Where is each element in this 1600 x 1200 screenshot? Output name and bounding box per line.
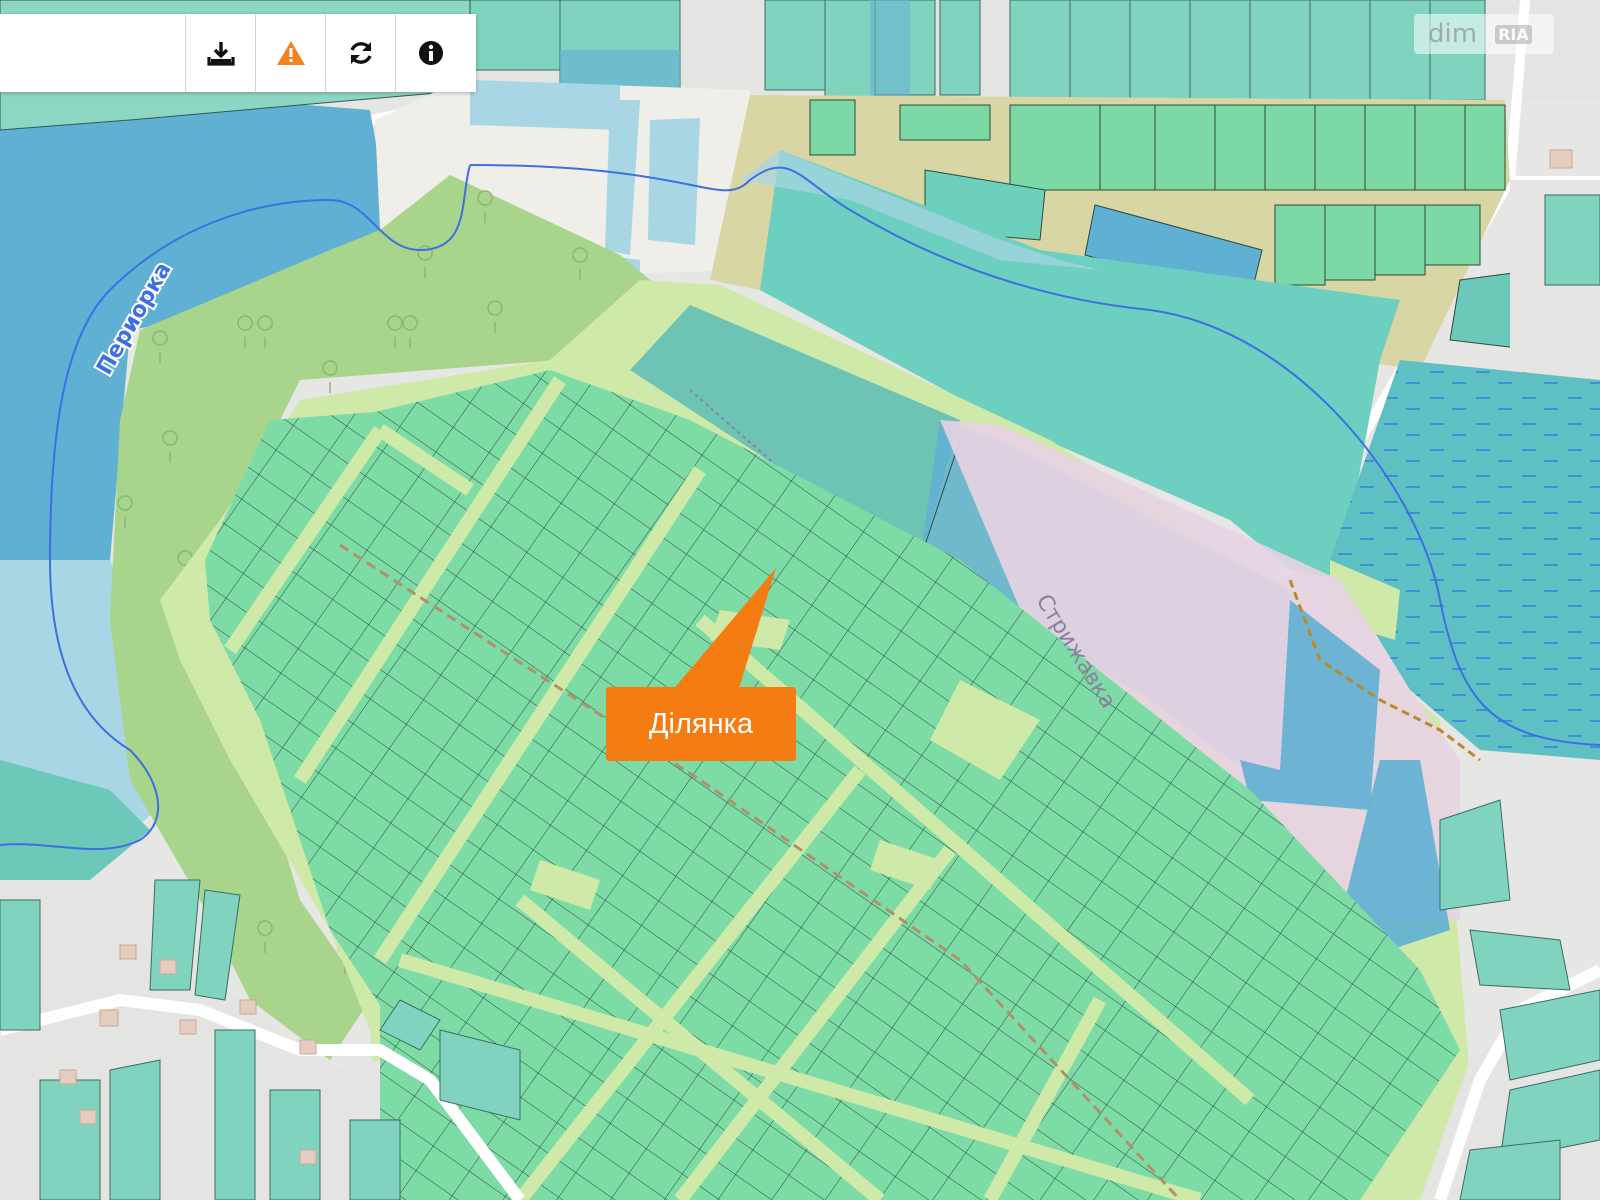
watermark-logo: dim RIA bbox=[1414, 14, 1554, 54]
info-button[interactable] bbox=[395, 14, 465, 92]
download-icon bbox=[206, 42, 235, 66]
refresh-button[interactable] bbox=[325, 14, 395, 92]
info-icon bbox=[418, 41, 443, 65]
marker-label[interactable]: Ділянка bbox=[606, 687, 796, 761]
marker-pointer-icon bbox=[666, 568, 776, 698]
warning-icon bbox=[276, 41, 305, 65]
watermark-text: dim bbox=[1428, 19, 1478, 49]
map-toolbar bbox=[0, 14, 476, 92]
watermark-badge: RIA bbox=[1495, 24, 1532, 44]
report-button[interactable] bbox=[255, 14, 325, 92]
download-button[interactable] bbox=[185, 14, 255, 92]
refresh-icon bbox=[349, 42, 372, 64]
